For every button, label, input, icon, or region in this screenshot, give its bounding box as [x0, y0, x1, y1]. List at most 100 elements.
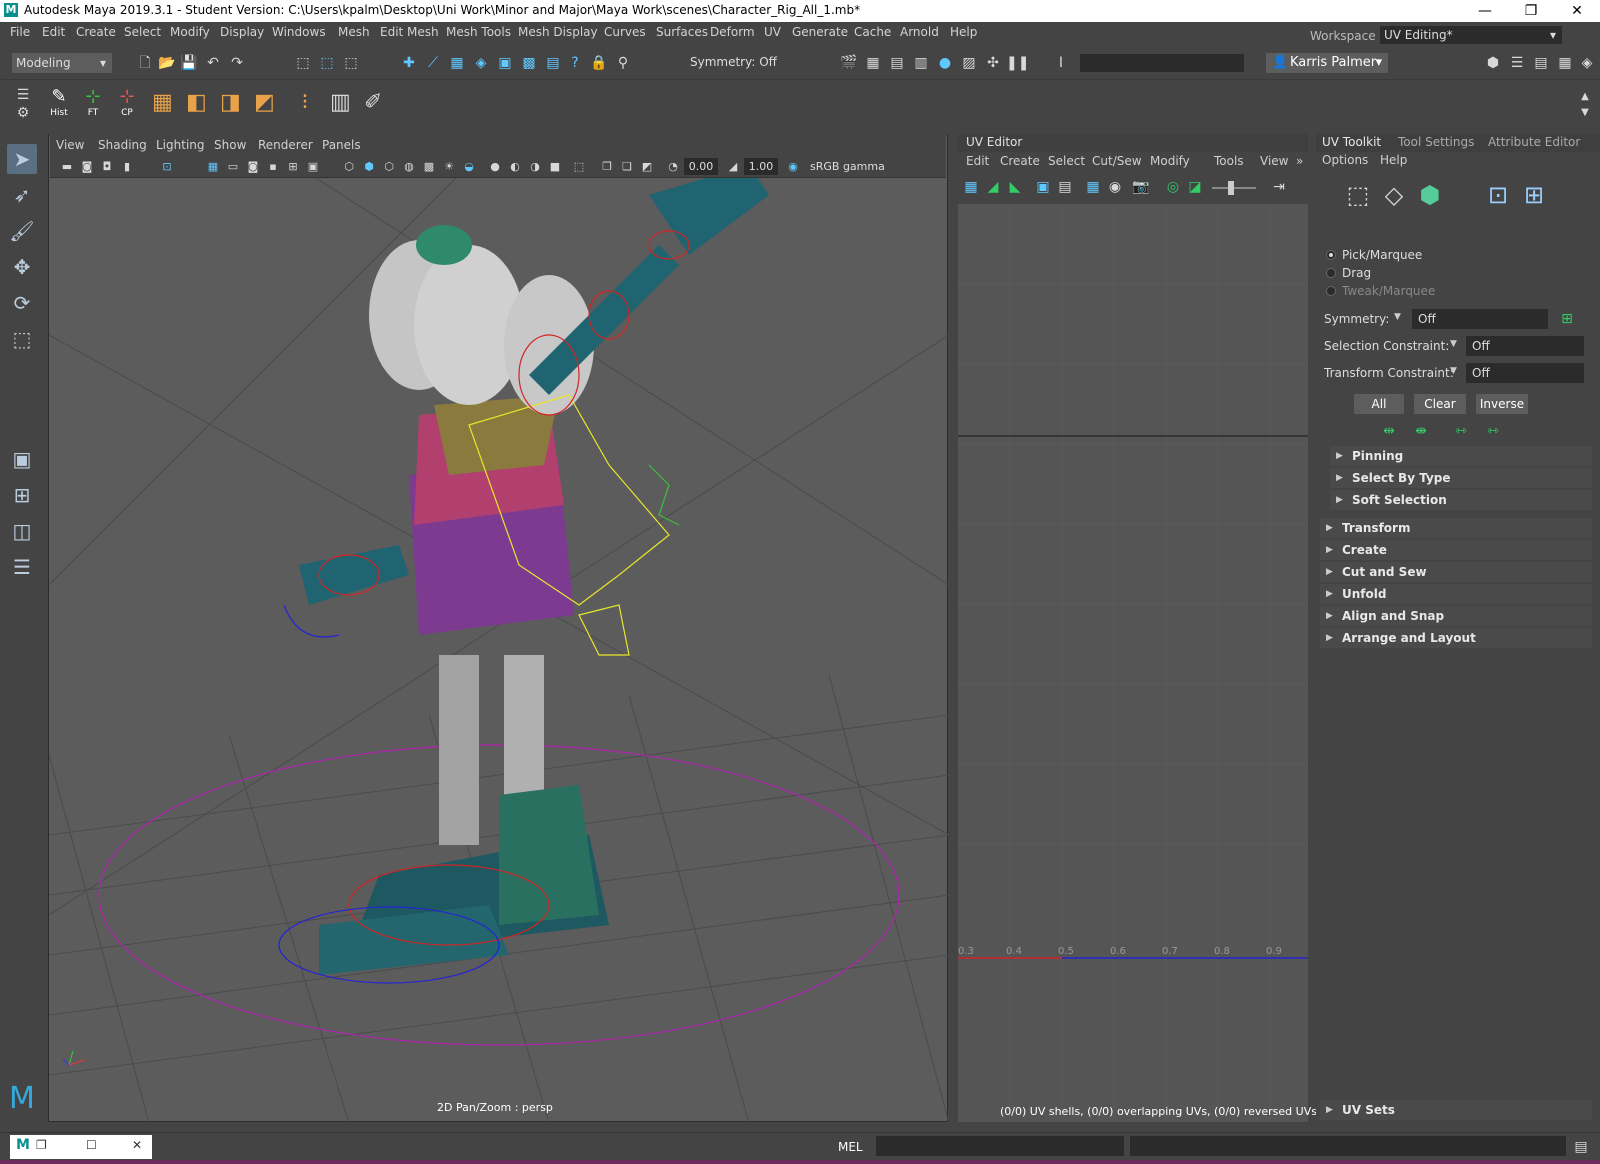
menu-file[interactable]: File [10, 25, 30, 39]
select-hierarchy-icon[interactable]: ⬚ [294, 54, 312, 72]
shrink-selection-icon[interactable]: ⇼ [1412, 422, 1430, 440]
menu-modify[interactable]: Modify [170, 25, 210, 39]
camera-attributes-icon[interactable]: ◙ [78, 158, 96, 176]
chevron-down-icon[interactable]: ▼ [1450, 339, 1457, 349]
side-by-side-layout-icon[interactable]: ◫ [7, 516, 37, 546]
ipr-render-icon[interactable]: ▤ [888, 54, 906, 72]
symmetry-toggle-icon[interactable]: ⊞ [1558, 310, 1576, 328]
workspace-select[interactable]: UV Editing* ▾ [1380, 26, 1562, 44]
menu-generate[interactable]: Generate [792, 25, 848, 39]
uv-editor-canvas[interactable] [958, 204, 1308, 1122]
menu-uv[interactable]: UV [764, 25, 781, 39]
anti-aliasing-icon[interactable]: ◑ [526, 158, 544, 176]
transform-constraint-select[interactable]: Off [1466, 363, 1584, 383]
clear-selection-button[interactable]: Clear [1414, 394, 1466, 414]
light-editor-icon[interactable]: ✣ [984, 54, 1002, 72]
uv-checker-icon[interactable]: ◣ [1006, 178, 1024, 196]
menu-edit[interactable]: Edit [42, 25, 65, 39]
select-all-button[interactable]: All [1354, 394, 1404, 414]
drag-radio[interactable] [1326, 268, 1336, 278]
render-settings-icon[interactable]: ▥ [912, 54, 930, 72]
maximize-icon[interactable]: ☐ [86, 1138, 97, 1152]
pause-icon[interactable]: ❚❚ [1006, 54, 1029, 72]
uv-texture-icon[interactable]: ▦ [1084, 178, 1102, 196]
menu-curves[interactable]: Curves [604, 25, 646, 39]
textured-icon[interactable]: ▩ [420, 158, 438, 176]
paint-select-tool-icon[interactable]: 🖌 [7, 216, 37, 246]
uv-mode-icon[interactable]: ⊡ [1484, 183, 1512, 214]
uv-menu-select[interactable]: Select [1048, 154, 1085, 168]
uv-brightness-slider[interactable] [1212, 187, 1256, 189]
uv-distortion-icon[interactable]: ◢ [984, 178, 1002, 196]
bevel-icon[interactable]: ◧ [186, 92, 207, 114]
viewport-menu-view[interactable]: View [56, 138, 84, 152]
select-object-icon[interactable]: ⬚ [318, 54, 336, 72]
mel-label[interactable]: MEL [838, 1140, 863, 1154]
section-create[interactable]: Create [1320, 540, 1592, 560]
exposure-field[interactable]: 0.00 [684, 158, 718, 175]
render-setup-icon[interactable]: ▨ [960, 54, 978, 72]
tweak-marquee-radio[interactable] [1326, 286, 1336, 296]
film-gate-icon[interactable]: ▭ [224, 158, 242, 176]
pick-marquee-radio[interactable] [1326, 250, 1336, 260]
isolate-select-icon[interactable]: ⬚ [570, 158, 588, 176]
tool-settings-toggle-icon[interactable]: ▤ [1532, 54, 1550, 72]
xray-joints-icon[interactable]: ◩ [638, 158, 656, 176]
scale-tool-icon[interactable]: ⬚ [7, 324, 37, 354]
section-uv-sets[interactable]: UV Sets [1320, 1100, 1592, 1120]
menu-set-select[interactable]: Modeling ▾ [12, 53, 112, 73]
move-tool-icon[interactable]: ✥ [7, 252, 37, 282]
menu-display[interactable]: Display [220, 25, 264, 39]
shelf-settings-icon[interactable]: ⚙ [14, 104, 32, 122]
viewport-menu-panels[interactable]: Panels [322, 138, 361, 152]
vertex-mode-icon[interactable]: ⬚ [1344, 183, 1372, 214]
snap-curve-icon[interactable]: ⟋ [424, 54, 442, 72]
uv-pixel-snap-icon[interactable]: ▤ [1056, 178, 1074, 196]
save-scene-icon[interactable]: 💾 [180, 54, 198, 72]
layer-editor-toggle-icon[interactable]: ◈ [1578, 54, 1596, 72]
motion-blur-icon[interactable]: ◐ [506, 158, 524, 176]
uv-dim-icon[interactable]: ◉ [1106, 178, 1124, 196]
select-tool-icon[interactable]: ➤ [7, 144, 37, 174]
xray-active-icon[interactable]: ❏ [618, 158, 636, 176]
render-frame-icon[interactable]: ▦ [864, 54, 882, 72]
menu-surfaces[interactable]: Surfaces [656, 25, 708, 39]
menu-select[interactable]: Select [124, 25, 161, 39]
gate-mask-icon[interactable]: ▪ [264, 158, 282, 176]
uv-brightness-slider-handle[interactable] [1228, 181, 1234, 195]
section-arrange-and-layout[interactable]: Arrange and Layout [1320, 628, 1592, 648]
pin-icon[interactable]: ⚲ [614, 54, 632, 72]
symmetry-select[interactable]: Off [1412, 309, 1548, 329]
script-editor-icon[interactable]: ▤ [1572, 1138, 1590, 1156]
new-scene-icon[interactable]: 🗋 [136, 54, 154, 72]
shrink-loop-icon[interactable]: ⇿ [1484, 422, 1502, 440]
shelf-button-history[interactable]: ✎ Hist [44, 86, 74, 118]
tab-tool-settings[interactable]: Tool Settings [1398, 135, 1474, 149]
menu-windows[interactable]: Windows [272, 25, 326, 39]
attribute-editor-toggle-icon[interactable]: ☰ [1508, 54, 1526, 72]
uv-sync-icon[interactable]: ◎ [1164, 178, 1182, 196]
menu-arnold[interactable]: Arnold [900, 25, 939, 39]
undo-icon[interactable]: ↶ [204, 54, 222, 72]
user-account-button[interactable]: 👤 Karris Palmer ▾ [1266, 53, 1388, 73]
face-mode-icon[interactable]: ⊞ [1520, 183, 1548, 214]
shadows-icon[interactable]: ◒ [460, 158, 478, 176]
toolkit-menu-options[interactable]: Options [1322, 153, 1368, 167]
quick-search-field[interactable] [1080, 54, 1244, 72]
close-button[interactable]: ✕ [1554, 0, 1600, 22]
bridge-icon[interactable]: ◨ [220, 92, 241, 114]
shelf-scroll-down-icon[interactable]: ▼ [1576, 104, 1594, 122]
shelf-button-freeze[interactable]: ⊹ FT [78, 86, 108, 118]
channel-box-toggle-icon[interactable]: ▦ [1556, 54, 1574, 72]
bookmark-icon[interactable]: ◘ [98, 158, 116, 176]
insert-edge-loop-icon[interactable]: ▥ [330, 92, 351, 114]
input-field-icon[interactable]: Ⅰ [1052, 54, 1070, 72]
tab-attribute-editor[interactable]: Attribute Editor [1488, 135, 1580, 149]
resolution-gate-icon[interactable]: ◙ [244, 158, 262, 176]
uv-menu-tools[interactable]: Tools [1214, 154, 1244, 168]
uv-menu-view[interactable]: View [1260, 154, 1288, 168]
symmetry-status[interactable]: Symmetry: Off [690, 55, 777, 69]
uv-snapshot-icon[interactable]: 📷 [1132, 178, 1150, 196]
selection-constraint-select[interactable]: Off [1466, 336, 1584, 356]
viewport-menu-renderer[interactable]: Renderer [258, 138, 313, 152]
